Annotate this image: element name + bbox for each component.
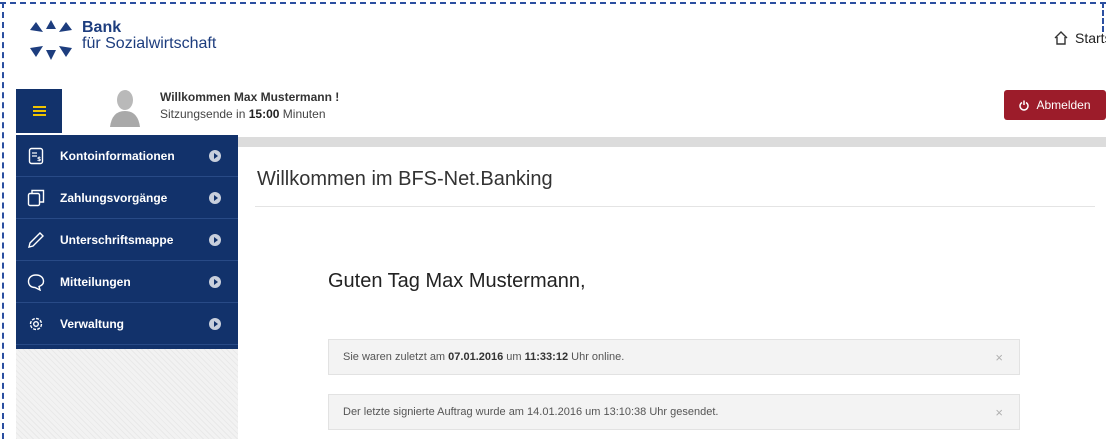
session-suffix: Minuten bbox=[282, 107, 326, 121]
logo-line-1: Bank bbox=[82, 19, 122, 36]
svg-text:$: $ bbox=[37, 156, 41, 163]
notice-text: Der letzte signierte Auftrag wurde am 14… bbox=[343, 406, 719, 418]
hamburger-menu-button[interactable] bbox=[16, 89, 62, 133]
last-login-date: 07.01.2016 bbox=[448, 351, 504, 363]
greeting-heading: Guten Tag Max Mustermann, bbox=[328, 270, 586, 292]
close-icon[interactable]: × bbox=[995, 350, 1003, 365]
chevron-right-icon bbox=[209, 318, 221, 330]
welcome-text: Willkommen Max Mustermann ! bbox=[160, 90, 340, 104]
chevron-right-icon bbox=[209, 276, 221, 288]
home-link[interactable]: Startseite bbox=[1053, 30, 1106, 46]
logout-label: Abmelden bbox=[1036, 98, 1091, 112]
session-timeout: Sitzungsende in 15:00 Minuten bbox=[160, 106, 339, 123]
chevron-right-icon bbox=[209, 150, 221, 162]
page-title: Willkommen im BFS-Net.Banking bbox=[257, 168, 553, 190]
sidebar-item-zahlungsvorgaenge[interactable]: Zahlungsvorgänge bbox=[16, 177, 238, 219]
frame-border-left bbox=[2, 2, 4, 439]
session-time: 15:00 bbox=[248, 107, 280, 121]
home-label: Startseite bbox=[1075, 30, 1106, 46]
avatar bbox=[110, 90, 140, 127]
last-login-notice: Sie waren zuletzt am 07.01.2016 um 11:33… bbox=[328, 339, 1020, 375]
account-info-icon: $ bbox=[26, 146, 46, 166]
sidebar-item-label: Verwaltung bbox=[60, 316, 125, 331]
payments-icon bbox=[26, 188, 46, 208]
sidebar-item-label: Unterschriftsmappe bbox=[60, 232, 174, 247]
sidebar-item-label: Mitteilungen bbox=[60, 274, 131, 289]
hamburger-icon bbox=[32, 106, 46, 116]
sidebar-item-verwaltung[interactable]: Verwaltung bbox=[16, 303, 238, 345]
frame-border-top bbox=[0, 2, 1106, 4]
last-order-notice: Der letzte signierte Auftrag wurde am 14… bbox=[328, 394, 1020, 430]
bank-logo[interactable]: Bank für Sozialwirtschaft bbox=[28, 20, 216, 60]
frame-border-right bbox=[1102, 2, 1104, 32]
logo-line-2: für Sozialwirtschaft bbox=[82, 35, 217, 52]
sidebar-item-mitteilungen[interactable]: Mitteilungen bbox=[16, 261, 238, 303]
sidebar-nav: $ Kontoinformationen Zahlungsvorgänge Un… bbox=[16, 135, 238, 349]
pen-icon bbox=[26, 230, 46, 250]
logo-text: Bank für Sozialwirtschaft bbox=[82, 20, 216, 52]
title-divider bbox=[255, 206, 1095, 207]
close-icon[interactable]: × bbox=[995, 405, 1003, 420]
notice-text-part: Sie waren zuletzt am bbox=[343, 351, 446, 363]
logout-button[interactable]: Abmelden bbox=[1004, 90, 1106, 120]
session-prefix: Sitzungsende in bbox=[160, 107, 246, 121]
notice-text-part: um bbox=[506, 351, 522, 363]
notice-text: Sie waren zuletzt am 07.01.2016 um 11:33… bbox=[343, 351, 624, 363]
sidebar-item-label: Zahlungsvorgänge bbox=[60, 190, 168, 205]
notice-text-part: Uhr online. bbox=[571, 351, 625, 363]
content-top-bar bbox=[238, 137, 1106, 147]
welcome-block: Willkommen Max Mustermann ! Sitzungsende… bbox=[160, 89, 339, 123]
chevron-right-icon bbox=[209, 192, 221, 204]
last-login-time: 11:33:12 bbox=[524, 351, 569, 363]
gear-icon bbox=[26, 314, 46, 334]
speech-bubble-icon bbox=[26, 272, 46, 292]
power-icon bbox=[1019, 100, 1030, 111]
logo-mark-icon bbox=[30, 20, 72, 60]
sidebar-background bbox=[16, 349, 238, 439]
sidebar-item-label: Kontoinformationen bbox=[60, 148, 175, 163]
home-icon bbox=[1054, 31, 1068, 45]
sidebar-item-kontoinformationen[interactable]: $ Kontoinformationen bbox=[16, 135, 238, 177]
chevron-right-icon bbox=[209, 234, 221, 246]
sidebar-item-unterschriftsmappe[interactable]: Unterschriftsmappe bbox=[16, 219, 238, 261]
